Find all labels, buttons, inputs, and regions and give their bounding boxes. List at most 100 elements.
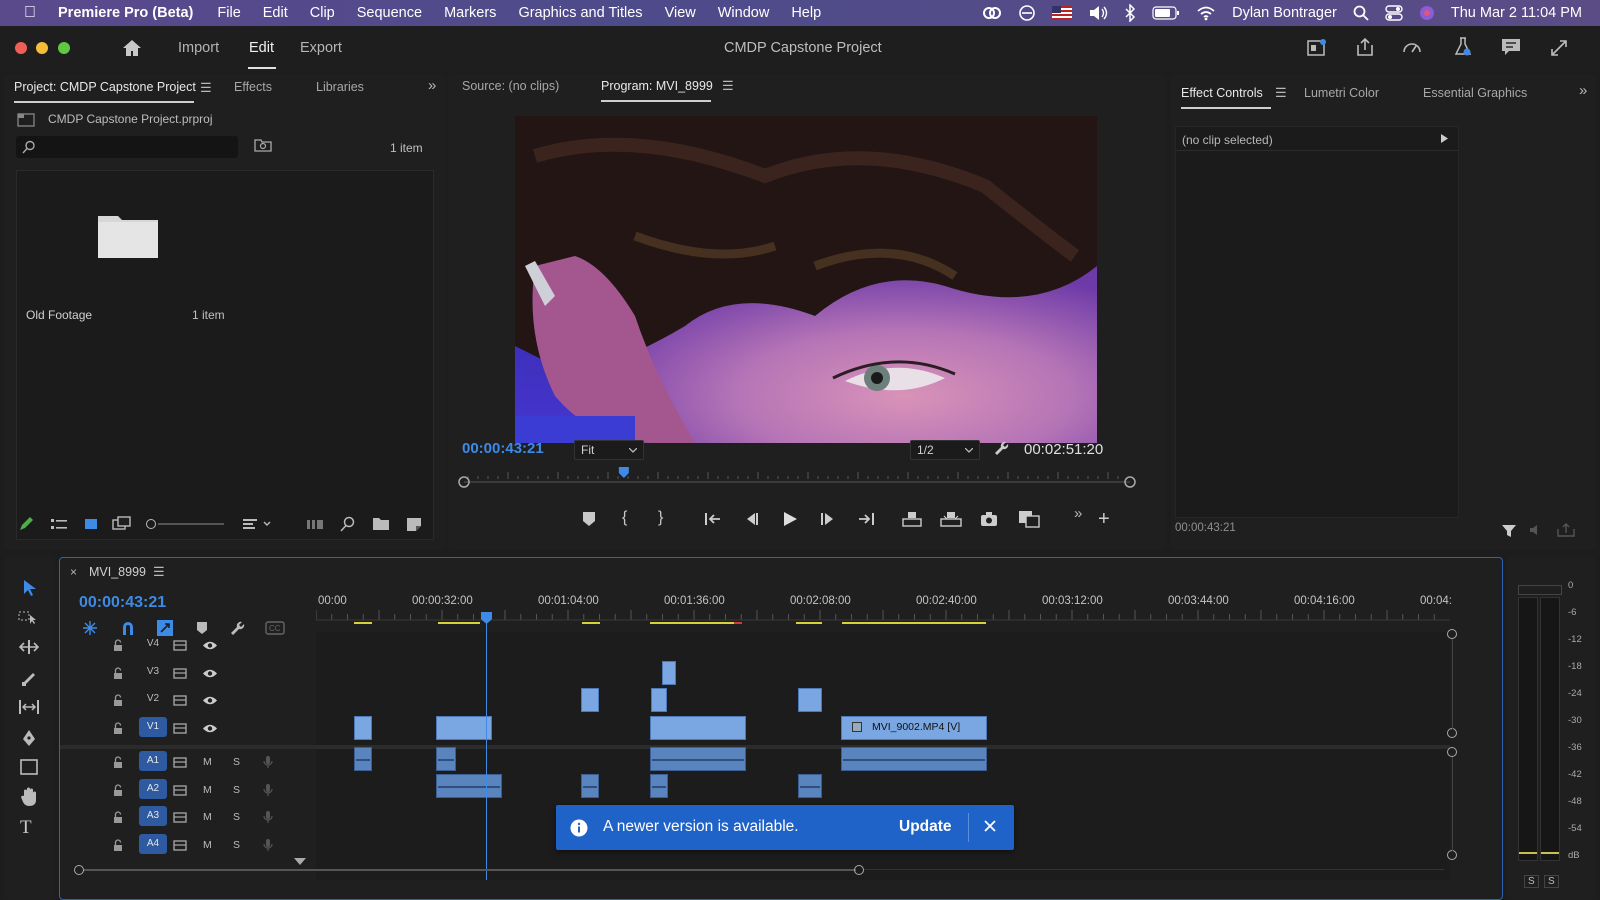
wifi-icon[interactable] [1196,5,1216,21]
quick-export-icon[interactable] [1402,38,1422,56]
video-clip[interactable] [798,688,822,712]
audio-scroll-bottom-handle[interactable] [1447,850,1457,860]
tab-source[interactable]: Source: (no clips) [462,79,559,93]
sync-lock-icon[interactable] [173,840,187,851]
icon-view-icon[interactable] [84,517,98,531]
audio-scroll-top-handle[interactable] [1447,747,1457,757]
go-to-in-icon[interactable] [704,512,722,526]
razor-tool-icon[interactable] [20,669,38,687]
audio-clip[interactable] [650,747,746,771]
audio-clip[interactable] [581,774,599,798]
sync-lock-icon[interactable] [173,723,187,734]
more-controls-icon[interactable]: » [1074,505,1082,522]
sequence-name[interactable]: MVI_8999 [89,565,146,579]
track-target-v2[interactable]: V2 [139,689,167,709]
settings-wrench-icon[interactable] [994,440,1010,456]
fullscreen-icon[interactable] [1550,39,1568,57]
slip-tool-icon[interactable] [18,699,40,715]
new-search-bin-icon[interactable] [254,138,272,152]
audio-clip[interactable] [841,747,987,771]
lock-icon[interactable] [113,811,123,824]
list-view-icon[interactable] [50,517,68,531]
panel-overflow-icon[interactable]: » [428,77,436,94]
track-height-toggle-icon[interactable] [294,858,306,866]
audio-clip[interactable] [354,747,372,771]
workspace-export[interactable]: Export [300,40,342,56]
menu-clip[interactable]: Clip [310,5,335,21]
solo-right-button[interactable]: S [1544,875,1559,888]
track-header-a3[interactable]: A3 M S [60,806,315,833]
menu-markers[interactable]: Markers [444,5,496,21]
lock-icon[interactable] [113,756,123,769]
playhead-line[interactable] [486,618,487,880]
type-tool-icon[interactable]: T [20,817,32,839]
automate-to-sequence-icon[interactable] [306,518,324,530]
audio-toggle-icon[interactable] [1528,523,1544,537]
sync-lock-icon[interactable] [173,667,187,679]
lock-icon[interactable] [113,666,123,680]
workspaces-icon[interactable] [1307,38,1327,58]
audio-clip[interactable] [798,774,822,798]
audio-clip[interactable] [436,774,502,798]
solo-button[interactable]: S [233,839,240,851]
panel-overflow-icon[interactable]: » [1579,82,1587,99]
pen-tool-icon[interactable] [20,729,38,747]
track-header-v1[interactable]: V1 [60,716,315,744]
video-clip[interactable] [651,688,667,712]
project-panel-menu-icon[interactable]: ☰ [200,80,212,96]
control-center-icon[interactable] [1385,5,1403,21]
program-menu-icon[interactable]: ☰ [722,78,734,94]
pencil-icon[interactable] [18,516,34,532]
selection-tool-icon[interactable] [22,579,38,597]
program-timecode[interactable]: 00:00:43:21 [462,440,544,457]
siri-icon[interactable] [1419,5,1435,21]
tab-lumetri-color[interactable]: Lumetri Color [1304,86,1379,100]
project-search-input[interactable] [16,136,238,158]
volume-icon[interactable] [1088,5,1108,21]
video-scroll-bottom-handle[interactable] [1447,728,1457,738]
menubar-user[interactable]: Dylan Bontrager [1232,5,1337,21]
track-target-a1[interactable]: A1 [139,751,167,771]
flag-icon[interactable] [1052,6,1073,20]
track-target-v4[interactable]: V4 [139,634,167,654]
new-item-icon[interactable] [406,516,422,532]
hand-tool-icon[interactable] [20,787,38,807]
focus-icon[interactable] [1018,4,1036,22]
lift-icon[interactable] [902,511,922,527]
toast-close-icon[interactable] [984,820,996,832]
rectangle-tool-icon[interactable] [20,759,38,775]
menu-help[interactable]: Help [791,5,821,21]
track-target-a4[interactable]: A4 [139,833,167,854]
eye-icon[interactable] [202,695,218,706]
sync-lock-icon[interactable] [173,695,187,706]
audio-clip[interactable] [650,774,668,798]
sync-lock-icon[interactable] [173,784,187,796]
video-clip[interactable] [650,716,746,740]
mute-button[interactable]: M [203,811,212,823]
horizontal-scrollbar[interactable] [74,864,1454,876]
eye-icon[interactable] [202,640,218,651]
play-icon[interactable] [1441,134,1448,143]
add-marker-icon[interactable] [196,621,208,635]
creative-cloud-icon[interactable] [982,5,1002,21]
resolution-dropdown[interactable]: 1/2 [910,440,980,460]
spotlight-icon[interactable] [1353,5,1369,21]
mark-out-icon[interactable]: } [658,509,663,527]
comments-icon[interactable] [1501,38,1521,56]
menu-window[interactable]: Window [718,5,770,21]
close-window-button[interactable] [15,42,27,54]
track-header-v4[interactable]: V4 [60,634,315,661]
track-target-v1[interactable]: V1 [139,716,167,737]
track-header-a1[interactable]: A1 M S [60,751,315,778]
sync-lock-icon[interactable] [173,640,187,651]
program-video-frame[interactable] [515,116,1097,443]
video-clip[interactable] [436,716,492,740]
track-header-a4[interactable]: A4 M S [60,833,315,861]
mute-button[interactable]: M [203,839,212,851]
workspace-import[interactable]: Import [178,40,219,56]
lock-icon[interactable] [113,639,123,652]
microphone-icon[interactable] [263,810,273,824]
tab-effect-controls[interactable]: Effect Controls [1181,86,1263,100]
find-icon[interactable] [340,516,356,532]
tab-essential-graphics[interactable]: Essential Graphics [1423,86,1527,100]
